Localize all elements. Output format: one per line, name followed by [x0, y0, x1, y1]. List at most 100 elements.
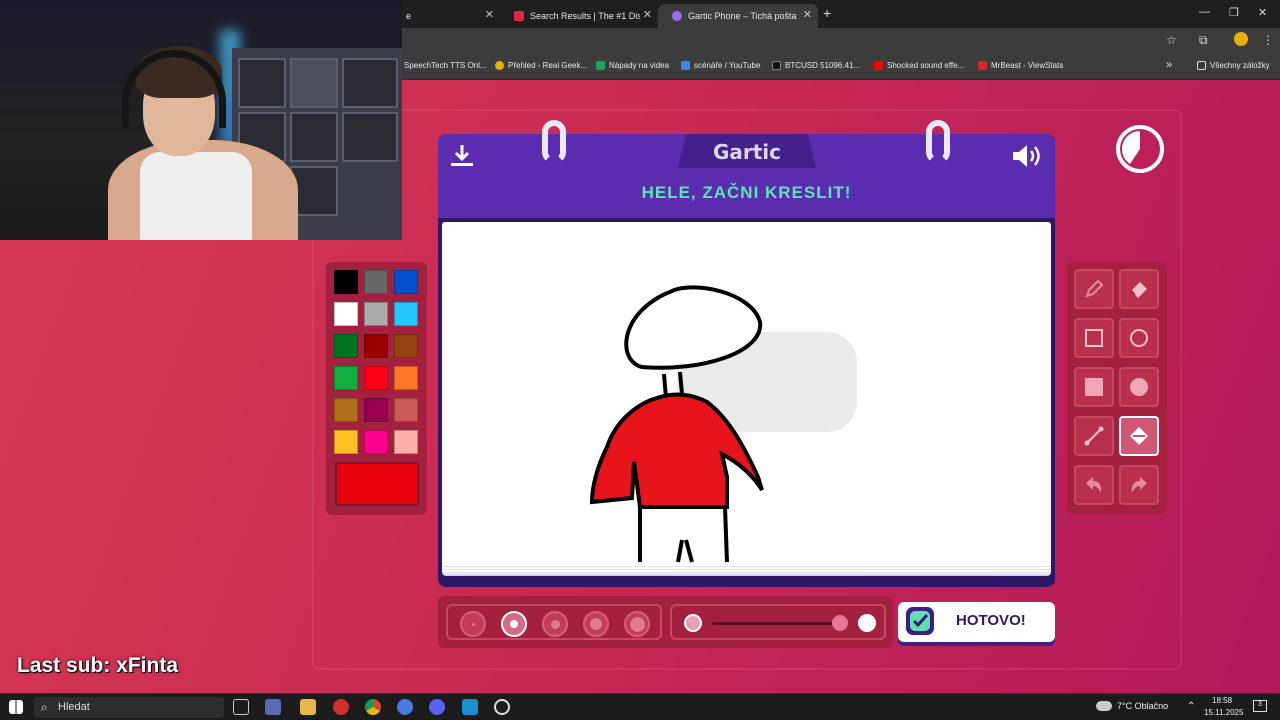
color-swatch[interactable]: [394, 366, 418, 390]
bookmark-7[interactable]: MrBeast - ViewStats: [978, 61, 1063, 70]
youtube-icon: [874, 61, 883, 70]
bookmark-3[interactable]: Nápady na videa: [596, 61, 669, 70]
color-swatch[interactable]: [334, 302, 358, 326]
bookmark-4[interactable]: scénáře / YouTube: [681, 61, 760, 70]
color-swatch[interactable]: [364, 302, 388, 326]
restore-button[interactable]: ❐: [1229, 6, 1239, 19]
extensions-icon[interactable]: ⧉: [1199, 33, 1208, 48]
clock-date[interactable]: 15.11.2025: [1204, 708, 1243, 717]
last-sub-overlay: Last sub: xFinta: [17, 654, 179, 677]
bookmark-6[interactable]: Shocked sound effe...: [874, 61, 964, 70]
brush-size-3[interactable]: [542, 611, 568, 637]
color-swatch[interactable]: [364, 270, 388, 294]
profile-avatar-icon[interactable]: [1234, 32, 1248, 46]
binder-ring-left: [542, 120, 566, 164]
brush-size-2[interactable]: [501, 611, 527, 637]
bookmark-5[interactable]: BTCUSD 51096.41...: [772, 61, 860, 70]
discord-icon[interactable]: [429, 699, 445, 715]
chrome-icon[interactable]: [365, 699, 381, 715]
notification-icon[interactable]: 3: [1253, 700, 1267, 712]
all-bookmarks[interactable]: Všechny záložky: [1197, 61, 1270, 70]
discord-search-icon: [514, 11, 524, 21]
instruction-text: HELE, ZAČNI KRESLIT!: [641, 183, 852, 202]
weather-text[interactable]: 7°C Oblačno: [1117, 701, 1168, 711]
drawing-strokes: [589, 285, 764, 563]
color-swatch[interactable]: [334, 430, 358, 454]
browser-tab-1[interactable]: e ✕: [392, 4, 500, 28]
color-swatch[interactable]: [334, 398, 358, 422]
color-swatch[interactable]: [364, 430, 388, 454]
line-tool[interactable]: [1074, 416, 1114, 456]
download-icon[interactable]: [448, 142, 476, 170]
filled-rectangle-tool[interactable]: [1074, 367, 1114, 407]
bookmark-1[interactable]: SpeechTech TTS Onl...: [404, 61, 487, 70]
color-swatch[interactable]: [394, 334, 418, 358]
clock-time[interactable]: 18:58: [1212, 696, 1232, 705]
color-swatch[interactable]: [394, 430, 418, 454]
new-tab-button[interactable]: +: [823, 5, 831, 21]
browser-tab-gartic[interactable]: Gartic Phone – Tichá pošta ✕: [658, 4, 818, 28]
eraser-tool[interactable]: [1119, 269, 1159, 309]
color-swatch[interactable]: [334, 366, 358, 390]
task-view-icon[interactable]: [233, 699, 249, 715]
star-icon[interactable]: ☆: [1166, 33, 1177, 47]
ellipse-tool[interactable]: [1119, 318, 1159, 358]
gartic-favicon-icon: [672, 11, 682, 21]
opacity-high-icon: [858, 614, 876, 632]
pencil-tool[interactable]: [1074, 269, 1114, 309]
browser-tab-2[interactable]: Search Results | The #1 Discord ✕: [500, 4, 658, 28]
brush-options-bar: [438, 596, 893, 648]
tradingview-icon: [772, 61, 781, 70]
color-swatch[interactable]: [394, 398, 418, 422]
streamer-shirt: [140, 152, 252, 240]
color-palette: [326, 262, 427, 515]
app-icon-3[interactable]: [333, 699, 349, 715]
bookmark-2[interactable]: Přehled - Real Geek...: [495, 61, 587, 70]
drawing-canvas[interactable]: [442, 222, 1051, 572]
tray-chevron-icon[interactable]: ⌃: [1187, 701, 1195, 712]
app-icon-5[interactable]: [397, 699, 413, 715]
current-color-swatch: [335, 462, 419, 506]
taskbar-search[interactable]: ⌕ Hledat: [34, 697, 224, 718]
filled-ellipse-tool[interactable]: [1119, 367, 1159, 407]
pencil-icon: [1085, 279, 1104, 298]
windows-start-icon[interactable]: [9, 700, 23, 714]
bucket-tool[interactable]: [1119, 416, 1159, 456]
color-swatch[interactable]: [334, 270, 358, 294]
opacity-slider[interactable]: [670, 604, 886, 640]
gartic-logo: Gartic: [712, 140, 782, 164]
file-explorer-icon[interactable]: [300, 699, 316, 715]
color-swatch[interactable]: [364, 366, 388, 390]
color-swatch[interactable]: [364, 398, 388, 422]
close-window-button[interactable]: ✕: [1258, 6, 1267, 19]
color-swatch[interactable]: [394, 270, 418, 294]
menu-icon[interactable]: ⋮: [1262, 33, 1274, 47]
slider-handle[interactable]: [832, 615, 848, 631]
app-icon-8[interactable]: [494, 699, 510, 715]
redo-tool[interactable]: [1119, 465, 1159, 505]
timer-icon: [1116, 125, 1164, 173]
app-icon-1[interactable]: [265, 699, 281, 715]
weather-cloud-icon: [1096, 701, 1112, 711]
vegas-icon[interactable]: [462, 699, 478, 715]
brush-size-5[interactable]: [624, 611, 650, 637]
color-swatch[interactable]: [394, 302, 418, 326]
bookmarks-more-button[interactable]: »: [1166, 59, 1172, 71]
color-swatch[interactable]: [334, 334, 358, 358]
brush-size-4[interactable]: [583, 611, 609, 637]
close-tab-icon[interactable]: ✕: [485, 8, 494, 21]
rectangle-icon: [1085, 329, 1103, 347]
close-tab-icon[interactable]: ✕: [643, 8, 652, 21]
done-button[interactable]: HOTOVO!: [898, 602, 1055, 642]
color-swatch[interactable]: [364, 334, 388, 358]
speaker-icon[interactable]: [1011, 142, 1043, 170]
bucket-icon: [1130, 427, 1148, 445]
brush-size-1[interactable]: [460, 611, 486, 637]
rectangle-tool[interactable]: [1074, 318, 1114, 358]
card-header: Gartic HELE, ZAČNI KRESLIT!: [438, 134, 1055, 218]
close-tab-icon[interactable]: ✕: [803, 8, 812, 21]
drawing-card: Gartic HELE, ZAČNI KRESLIT!: [438, 120, 1055, 587]
slider-track[interactable]: [712, 622, 842, 625]
minimize-button[interactable]: —: [1199, 6, 1210, 18]
undo-tool[interactable]: [1074, 465, 1114, 505]
